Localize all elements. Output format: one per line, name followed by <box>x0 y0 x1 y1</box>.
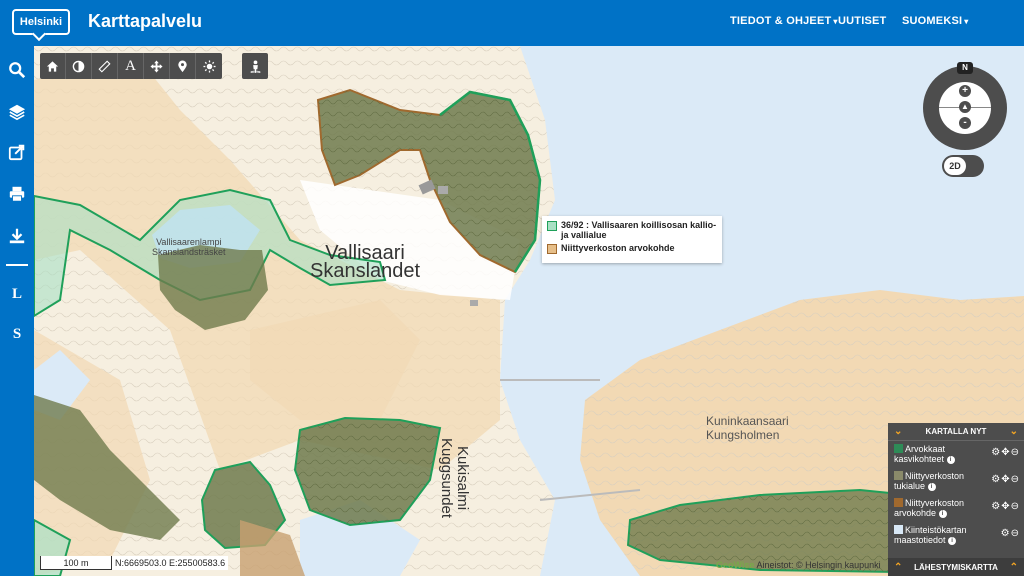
map-tools: A <box>40 53 222 79</box>
layers-icon <box>8 104 26 121</box>
move-button[interactable] <box>144 53 170 79</box>
home-icon <box>46 60 59 72</box>
layer-item[interactable]: Niittyverkoston arvokohde i ⚙✥⊖ <box>888 495 1024 522</box>
legend-swatch <box>547 221 557 231</box>
info-icon[interactable]: i <box>946 456 955 464</box>
overview-map-toggle[interactable]: ⌃ LÄHESTYMISKARTTA ⌃ <box>888 558 1024 576</box>
info-icon[interactable]: i <box>948 537 957 545</box>
person-icon <box>249 59 261 73</box>
feature-legend-popup: 36/92 : Vallisaaren koillisosan kallio- … <box>542 216 722 263</box>
tool-s-button[interactable]: S <box>0 317 34 351</box>
legend-item: 36/92 : Vallisaaren koillisosan kallio- … <box>547 220 717 240</box>
home-button[interactable] <box>40 53 66 79</box>
street-view-button[interactable] <box>242 53 268 79</box>
print-icon <box>9 186 25 202</box>
ruler-icon <box>98 59 111 73</box>
chevron-up-icon: ⌃ <box>894 561 903 573</box>
zoom-in-button[interactable]: + <box>959 85 971 97</box>
info-icon[interactable]: i <box>927 483 936 491</box>
share-button[interactable] <box>0 135 34 169</box>
zoom-out-button[interactable]: - <box>959 117 971 129</box>
layers-panel-header[interactable]: ⌄ KARTALLA NYT ⌄ <box>888 423 1024 441</box>
text-button[interactable]: A <box>118 53 144 79</box>
north-indicator[interactable]: N <box>957 62 973 74</box>
nav-tiedot-ohjeet[interactable]: TIEDOT & OHJEET ▾ <box>730 15 838 27</box>
layer-swatch <box>894 444 903 453</box>
island2-label: Kuninkaansaari Kungsholmen <box>706 414 789 442</box>
view-mode-toggle[interactable]: 2D <box>942 155 984 177</box>
strait-label: Kukisalmi Kuggsundet <box>438 438 471 519</box>
layer-controls[interactable]: ⚙✥⊖ <box>991 447 1020 458</box>
coordinates-readout: N:6669503.0 E:25500583.6 <box>112 556 229 570</box>
view-mode-2d: 2D <box>944 157 966 175</box>
layer-item[interactable]: Kiinteistökartan maastotiedot i ⚙⊖ <box>888 522 1024 549</box>
legend-swatch <box>547 244 557 254</box>
sun-button[interactable] <box>196 53 222 79</box>
contrast-button[interactable] <box>66 53 92 79</box>
marker-button[interactable] <box>170 53 196 79</box>
chevron-up-icon: ⌃ <box>1009 561 1018 573</box>
compass-control[interactable]: N + ▲ - <box>923 62 1007 150</box>
chevron-down-icon[interactable]: ⌄ <box>1010 426 1018 437</box>
download-button[interactable] <box>0 219 34 253</box>
layer-item[interactable]: Arvokkaat kasvikohteet i ⚙✥⊖ <box>888 441 1024 468</box>
chevron-down-icon[interactable]: ⌄ <box>894 426 902 437</box>
layer-item[interactable]: Niittyverkoston tukialue i ⚙✥⊖ <box>888 468 1024 495</box>
info-icon[interactable]: i <box>938 510 947 518</box>
legend-item: Niittyverkoston arvokohde <box>547 243 717 254</box>
contrast-icon <box>72 60 85 72</box>
lake-label: Vallisaarenlampi Skanslandsträsket <box>152 237 226 257</box>
header: Helsinki Karttapalvelu TIEDOT & OHJEET ▾ … <box>0 0 1024 46</box>
map-canvas[interactable]: Vallisaari Skanslandet Vallisaarenlampi … <box>34 46 1024 576</box>
tool-l-button[interactable]: L <box>0 277 34 311</box>
download-icon <box>9 228 25 244</box>
island-label: Vallisaari Skanslandet <box>310 242 421 282</box>
chevron-down-icon: ▾ <box>964 17 969 26</box>
measure-button[interactable] <box>92 53 118 79</box>
reset-rotation-button[interactable]: ▲ <box>959 101 971 113</box>
app-title[interactable]: Karttapalvelu <box>88 11 202 32</box>
sun-icon <box>202 59 216 73</box>
search-icon <box>9 62 26 79</box>
layer-controls[interactable]: ⚙✥⊖ <box>991 501 1020 512</box>
layer-swatch <box>894 525 903 534</box>
move-icon <box>150 59 163 73</box>
layer-swatch <box>894 471 903 480</box>
text-icon: A <box>125 57 136 74</box>
search-button[interactable] <box>0 53 34 87</box>
share-icon <box>8 144 25 161</box>
layer-controls[interactable]: ⚙✥⊖ <box>991 474 1020 485</box>
scale-bar: 100 m <box>40 556 112 570</box>
nav-uutiset[interactable]: UUTISET <box>838 15 886 27</box>
layers-button[interactable] <box>0 95 34 129</box>
layer-controls[interactable]: ⚙⊖ <box>1001 528 1020 539</box>
attribution: GeoWise Aineistot: © Helsingin kaupunki <box>716 560 881 570</box>
helsinki-logo[interactable]: Helsinki <box>12 9 70 35</box>
map-pin-icon <box>178 59 187 72</box>
nav-language[interactable]: SUOMEKSI ▾ <box>902 15 969 27</box>
layer-swatch <box>894 498 903 507</box>
print-button[interactable] <box>0 177 34 211</box>
layers-panel: ⌄ KARTALLA NYT ⌄ Arvokkaat kasvikohteet … <box>888 423 1024 576</box>
left-toolbar: L S <box>0 46 34 576</box>
divider <box>6 264 28 266</box>
chevron-down-icon: ▾ <box>833 17 838 26</box>
map-graphic <box>34 46 1024 576</box>
